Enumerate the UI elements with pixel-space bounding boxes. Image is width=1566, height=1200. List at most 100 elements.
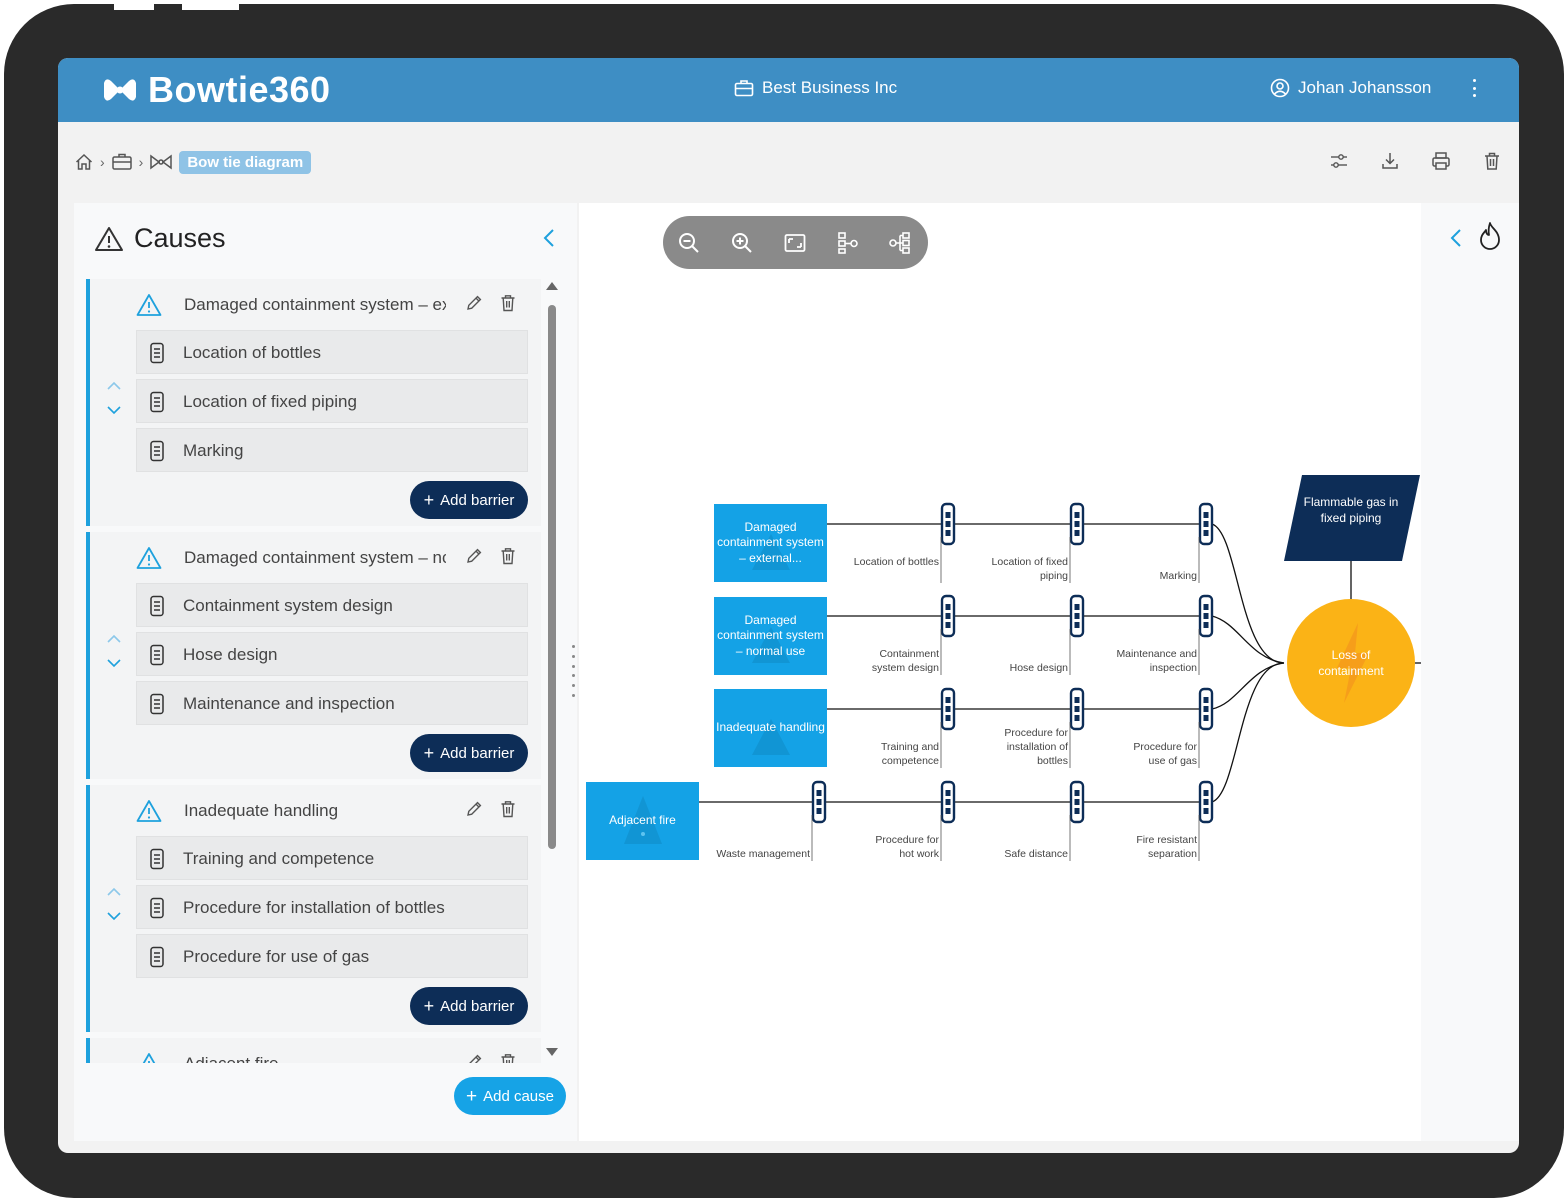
trash-icon[interactable] [498,1052,518,1063]
company-name: Best Business Inc [762,78,898,97]
barrier-marker[interactable] [1069,594,1085,638]
scroll-up-icon[interactable] [545,279,559,291]
barrier-marker[interactable] [1198,502,1214,546]
barrier-label: Fire resistant separation [1136,834,1197,860]
cause-card[interactable]: Adjacent fire [86,1038,541,1063]
edit-pencil-icon[interactable] [464,799,484,819]
barrier-item[interactable]: Procedure for installation of bottles [136,885,528,929]
barrier-item[interactable]: Procedure for use of gas [136,934,528,978]
diagram-cause-node[interactable]: Damaged containment system – normal use [714,597,827,675]
edit-pencil-icon[interactable] [464,1052,484,1063]
barrier-marker[interactable] [940,687,956,731]
panel-resize-handle[interactable] [570,641,576,701]
expand-panel-chevron-icon[interactable] [1447,227,1465,249]
barrier-marker[interactable] [1069,687,1085,731]
barrier-item[interactable]: Location of bottles [136,330,528,374]
barrier-marker[interactable] [940,594,956,638]
trash-icon[interactable] [1481,150,1503,172]
edit-pencil-icon[interactable] [464,293,484,313]
cause-header: Adjacent fire [136,1050,541,1063]
scroll-down-icon[interactable] [545,1047,559,1059]
move-down-chevron-icon[interactable] [104,403,124,417]
diagram-cause-node[interactable]: Damaged containment system – external... [714,504,827,582]
print-icon[interactable] [1430,150,1452,172]
move-up-chevron-icon[interactable] [104,379,124,393]
causes-panel: Causes Damaged containment system – ex Lo… [74,203,577,1141]
barrier-label: Training and competence [183,849,375,868]
barrier-marker[interactable] [1198,780,1214,824]
user-name: Johan Johansson [1298,78,1432,97]
plus-icon: + [423,743,435,763]
barrier-icon [150,595,164,617]
barrier-item[interactable]: Location of fixed piping [136,379,528,423]
trash-icon[interactable] [498,799,518,819]
cause-card[interactable]: Damaged containment system – nc Containme… [86,532,541,779]
barrier-label: Safe distance [1004,848,1068,860]
causes-title: Causes [134,223,226,253]
home-icon[interactable] [74,152,94,172]
barrier-marker[interactable] [940,502,956,546]
add-barrier-button[interactable]: + Add barrier [410,987,528,1025]
scroll-thumb[interactable] [548,305,556,849]
app-header: Bowtie360 Best Business Inc Johan Johans… [58,58,1519,122]
reorder-controls[interactable] [104,885,124,925]
cause-name: Damaged containment system – nc [184,548,446,567]
app-logo[interactable]: Bowtie360 [102,69,331,110]
barrier-label: Containment system design [871,648,939,674]
move-up-chevron-icon[interactable] [104,885,124,899]
download-icon[interactable] [1379,150,1401,172]
trash-icon[interactable] [498,293,518,313]
add-barrier-label: Add barrier [440,744,515,762]
collapse-panel-chevron-icon[interactable] [540,227,558,249]
barrier-item[interactable]: Containment system design [136,583,528,627]
add-barrier-button[interactable]: + Add barrier [410,734,528,772]
edit-pencil-icon[interactable] [464,546,484,566]
cause-name: Adjacent fire [184,1054,446,1063]
reorder-controls[interactable] [104,632,124,672]
add-barrier-button[interactable]: + Add barrier [410,481,528,519]
move-down-chevron-icon[interactable] [104,656,124,670]
bowtie-diagram-canvas[interactable]: Damaged containment system – external...… [579,203,1421,1141]
fire-icon[interactable] [1477,221,1503,251]
plus-icon: + [423,490,435,510]
barrier-label: Hose design [1009,662,1068,674]
reorder-controls[interactable] [104,379,124,419]
barrier-marker[interactable] [1069,502,1085,546]
add-cause-label: Add cause [483,1087,554,1105]
barrier-label: Procedure for installation of bottles [1004,727,1068,767]
connector-line [1211,662,1285,803]
barrier-marker[interactable] [811,780,827,824]
barrier-label: Procedure for use of gas [183,947,370,966]
diagram-cause-node[interactable]: Inadequate handling [714,689,827,767]
filter-sliders-icon[interactable] [1328,150,1350,172]
cause-card[interactable]: Damaged containment system – ex Location … [86,279,541,526]
more-menu-icon[interactable] [1464,76,1484,100]
causes-scrollbar[interactable] [544,279,560,1069]
diagram-cause-node[interactable]: Adjacent fire [586,782,699,860]
user-menu[interactable]: Johan Johansson [1270,78,1431,98]
barrier-marker[interactable] [1069,780,1085,824]
move-down-chevron-icon[interactable] [104,909,124,923]
barrier-label: Location of fixed piping [183,392,357,411]
barrier-icon [150,391,164,413]
warning-icon [142,1053,156,1063]
barrier-label: Location of fixed piping [991,556,1068,582]
barrier-marker[interactable] [1198,594,1214,638]
briefcase-icon[interactable] [111,152,133,172]
warning-icon [136,547,162,569]
cause-header: Inadequate handling [136,797,541,827]
barrier-item[interactable]: Maintenance and inspection [136,681,528,725]
cause-card[interactable]: Inadequate handling Training and competen… [86,785,541,1032]
add-cause-button[interactable]: + Add cause [454,1077,566,1115]
barrier-marker[interactable] [1198,687,1214,731]
company-selector[interactable]: Best Business Inc [734,78,897,98]
move-up-chevron-icon[interactable] [104,632,124,646]
barrier-item[interactable]: Training and competence [136,836,528,880]
cause-name: Damaged containment system – ex [184,295,446,314]
barrier-item[interactable]: Hose design [136,632,528,676]
barrier-item[interactable]: Marking [136,428,528,472]
diagram-cause-label: Damaged containment system – external... [717,519,824,565]
bowtie-icon[interactable] [149,153,173,171]
barrier-marker[interactable] [940,780,956,824]
trash-icon[interactable] [498,546,518,566]
